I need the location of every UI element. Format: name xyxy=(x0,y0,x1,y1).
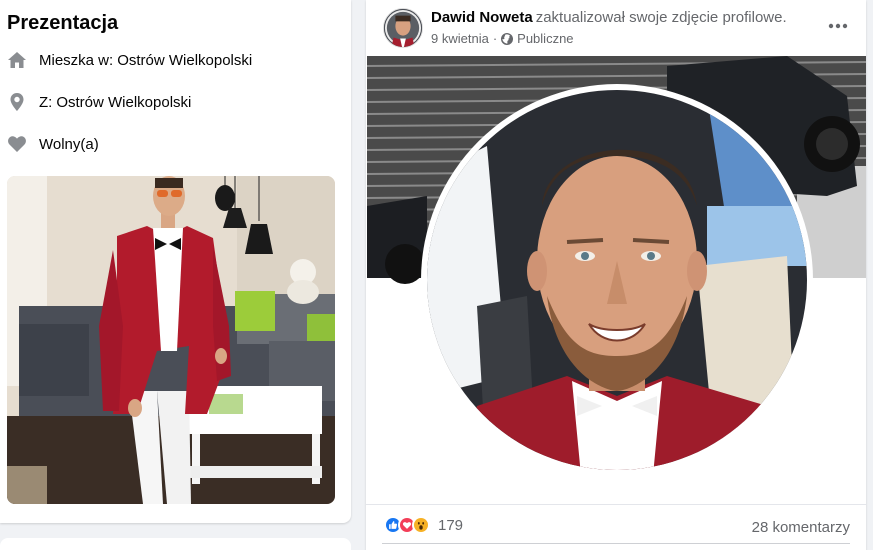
intro-title: Prezentacja xyxy=(7,12,119,34)
from-value[interactable]: Ostrów Wielkopolski xyxy=(56,94,191,111)
more-options-icon xyxy=(828,23,848,29)
intro-row-lives-in: Mieszka w: Ostrów Wielkopolski xyxy=(7,49,252,71)
post-date[interactable]: 9 kwietnia xyxy=(431,31,489,46)
privacy-label[interactable]: Publiczne xyxy=(517,31,573,46)
lives-in-label: Mieszka w: xyxy=(39,51,114,69)
globe-icon xyxy=(501,32,514,45)
author-name[interactable]: Dawid Noweta xyxy=(431,9,533,26)
intro-row-from: Z: Ostrów Wielkopolski xyxy=(7,91,191,113)
comments-count[interactable]: 28 komentarzy xyxy=(752,519,850,536)
heart-icon xyxy=(7,134,27,154)
post-header: Dawid Noweta zaktualizował swoje zdjęcie … xyxy=(431,9,787,26)
home-icon xyxy=(7,50,27,70)
post-action-text: zaktualizował swoje zdjęcie profilowe. xyxy=(535,9,787,26)
relationship-status: Wolny(a) xyxy=(39,135,99,153)
reactions-summary[interactable]: 179 xyxy=(384,516,463,534)
location-pin-icon xyxy=(7,92,27,112)
from-label: Z: xyxy=(39,93,53,111)
next-card-edge xyxy=(0,538,351,550)
intro-row-relationship: Wolny(a) xyxy=(7,133,99,155)
meta-separator: · xyxy=(492,31,498,46)
post-card: Dawid Noweta zaktualizował swoje zdjęcie … xyxy=(366,0,866,550)
profile-photo-update-image[interactable] xyxy=(367,56,866,504)
lives-in-value[interactable]: Ostrów Wielkopolski xyxy=(117,52,252,69)
intro-card: Prezentacja Mieszka w: Ostrów Wielkopols… xyxy=(0,0,351,523)
post-stats-bar: 179 28 komentarzy xyxy=(366,504,866,548)
stats-divider xyxy=(382,543,850,544)
reaction-count[interactable]: 179 xyxy=(438,517,463,534)
more-options-button[interactable] xyxy=(824,12,852,40)
author-avatar[interactable] xyxy=(383,8,423,48)
featured-photo[interactable] xyxy=(7,176,335,504)
wow-reaction-icon xyxy=(412,516,430,534)
post-meta: 9 kwietnia · Publiczne xyxy=(431,31,574,46)
